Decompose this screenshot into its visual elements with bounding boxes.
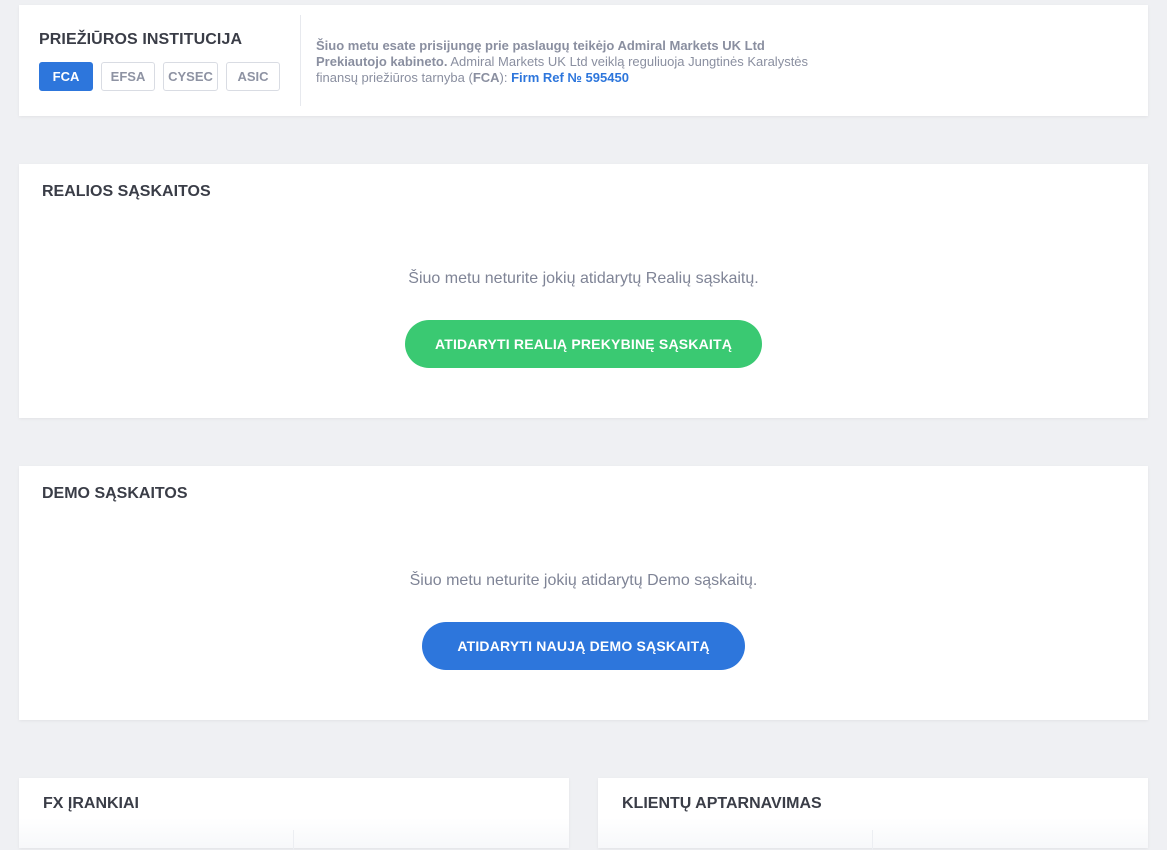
card-fade [19, 818, 569, 848]
tab-asic[interactable]: ASIC [226, 62, 280, 91]
divider [872, 830, 873, 850]
regulator-info-text: Šiuo metu esate prisijungę prie paslaugų… [316, 38, 816, 86]
fx-tools-title: FX ĮRANKIAI [43, 795, 139, 812]
demo-accounts-card: DEMO SĄSKAITOS Šiuo metu neturite jokių … [19, 466, 1148, 720]
regulator-info-after: ): [499, 70, 512, 85]
regulator-info-fca: FCA [472, 70, 500, 85]
real-accounts-card: REALIOS SĄSKAITOS Šiuo metu neturite jok… [19, 164, 1148, 418]
card-fade [598, 818, 1148, 848]
tab-fca[interactable]: FCA [39, 62, 93, 91]
open-real-account-button[interactable]: ATIDARYTI REALIĄ PREKYBINĘ SĄSKAITĄ [405, 320, 762, 368]
real-accounts-title: REALIOS SĄSKAITOS [42, 183, 211, 200]
open-demo-account-button[interactable]: ATIDARYTI NAUJĄ DEMO SĄSKAITĄ [422, 622, 745, 670]
divider [293, 830, 294, 850]
regulator-tabs: FCA EFSA CYSEC ASIC [39, 62, 288, 91]
tab-efsa[interactable]: EFSA [101, 62, 155, 91]
regulator-card: PRIEŽIŪROS INSTITUCIJA FCA EFSA CYSEC AS… [19, 5, 1148, 116]
regulator-title: PRIEŽIŪROS INSTITUCIJA [39, 31, 243, 48]
client-service-card: KLIENTŲ APTARNAVIMAS [598, 778, 1148, 850]
firm-ref-link[interactable]: Firm Ref № 595450 [511, 70, 629, 85]
fx-tools-card: FX ĮRANKIAI [19, 778, 569, 850]
divider [300, 15, 301, 106]
regulator-selector: PRIEŽIŪROS INSTITUCIJA FCA EFSA CYSEC AS… [39, 31, 301, 91]
demo-accounts-empty-message: Šiuo metu neturite jokių atidarytų Demo … [409, 572, 758, 589]
client-service-title: KLIENTŲ APTARNAVIMAS [622, 795, 822, 812]
tab-cysec[interactable]: CYSEC [163, 62, 218, 91]
real-accounts-empty-message: Šiuo metu neturite jokių atidarytų Reali… [408, 270, 759, 287]
demo-accounts-title: DEMO SĄSKAITOS [42, 485, 188, 502]
